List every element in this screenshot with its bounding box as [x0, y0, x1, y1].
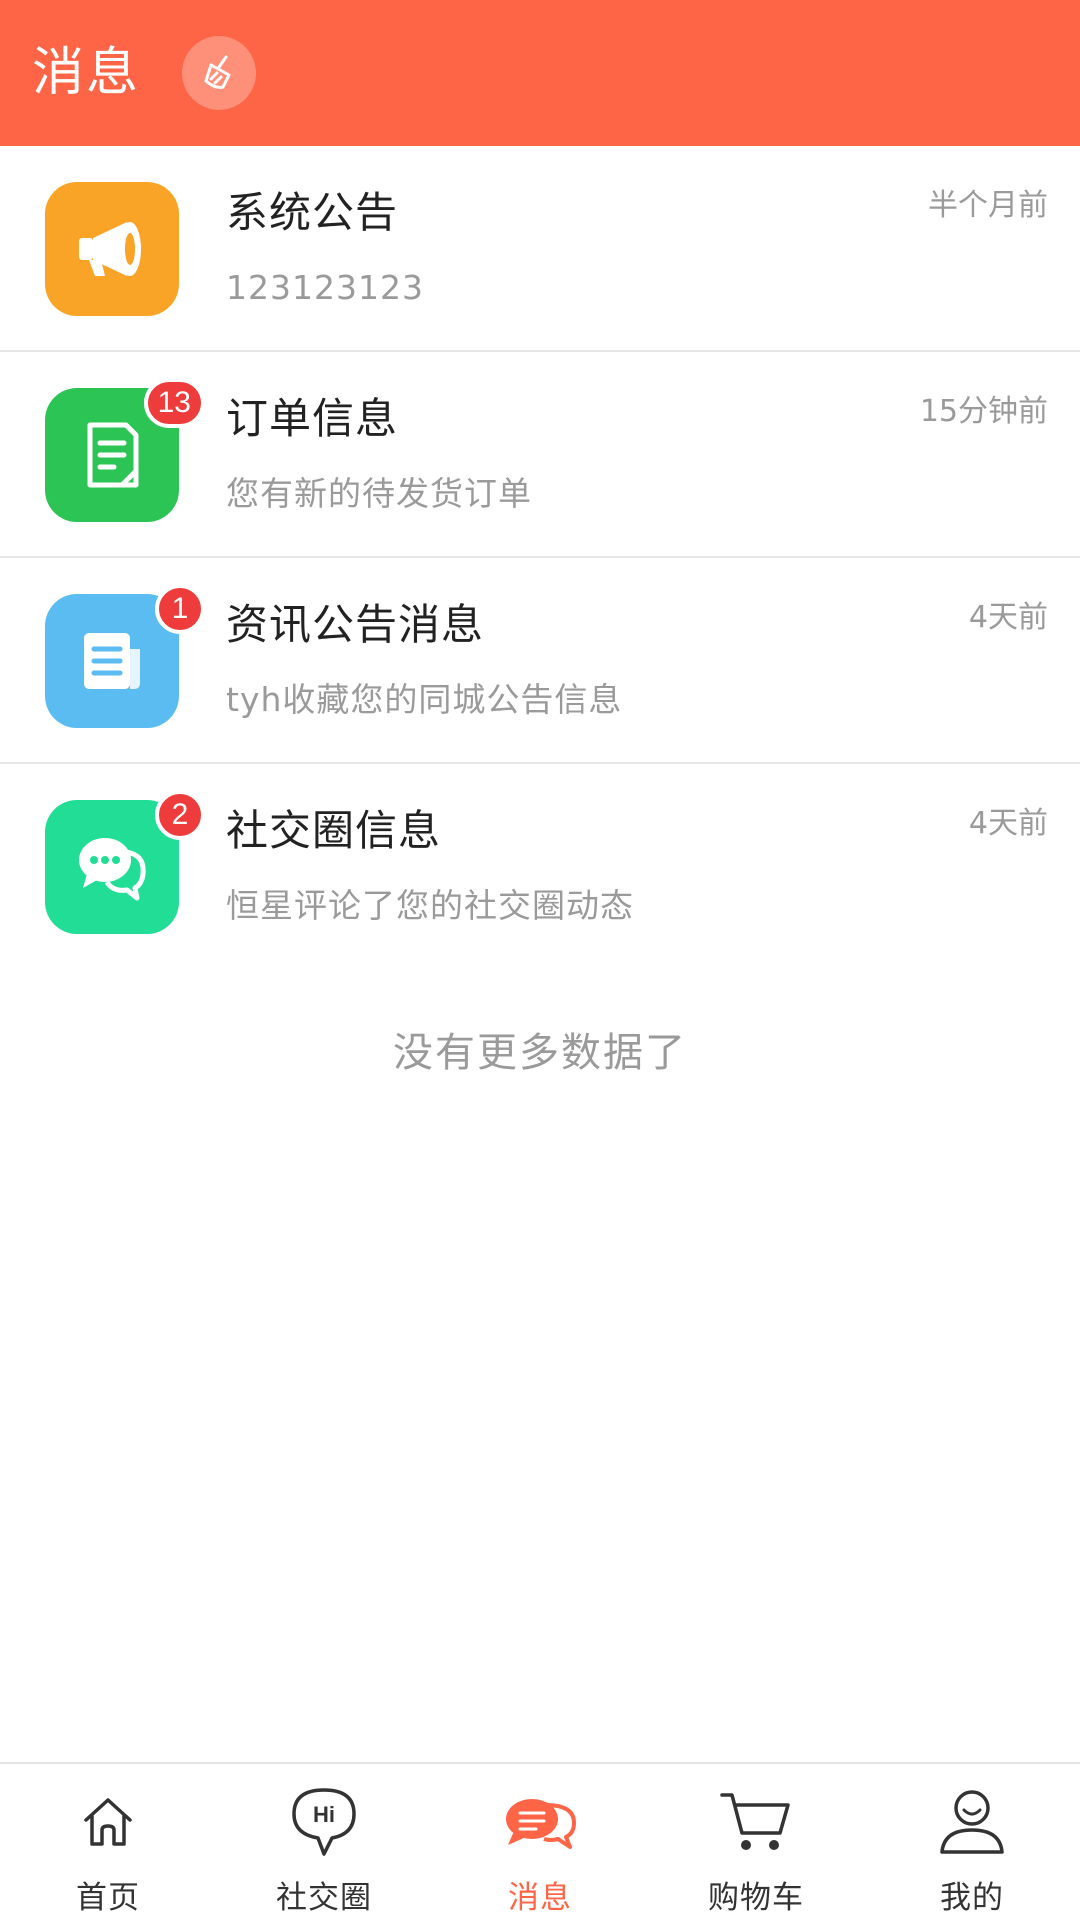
broom-icon: [204, 55, 231, 89]
message-item-news-notice[interactable]: 1 资讯公告消息 tyh收藏您的同城公告信息 4天前: [0, 558, 1080, 764]
no-more-data-text: 没有更多数据了: [393, 1030, 687, 1076]
cart-icon: [720, 1793, 790, 1850]
app-header: 消息: [0, 0, 1080, 146]
tab-mine[interactable]: 我的: [864, 1764, 1080, 1920]
message-title: 订单信息: [226, 394, 399, 443]
message-subtitle: 123123123: [226, 268, 424, 307]
tab-home[interactable]: 首页: [0, 1764, 216, 1920]
social-circle-icon-tile: 2: [45, 790, 205, 934]
message-subtitle: 您有新的待发货订单: [226, 474, 532, 513]
message-bubbles-icon: [506, 1799, 576, 1849]
unread-badge: 2: [155, 790, 205, 840]
message-list: 系统公告 123123123 半个月前 13 订单信息 您有新的待发货订单 15…: [0, 146, 1080, 970]
news-icon: [84, 633, 140, 689]
message-item-system-notice[interactable]: 系统公告 123123123 半个月前: [0, 146, 1080, 352]
tab-social-circle[interactable]: Hi 社交圈: [216, 1764, 432, 1920]
megaphone-icon: [79, 222, 141, 276]
user-icon: [940, 1790, 1004, 1854]
message-item-social-circle[interactable]: 2 社交圈信息 恒星评论了您的社交圈动态 4天前: [0, 764, 1080, 970]
svg-text:Hi: Hi: [313, 1802, 335, 1827]
clear-messages-button[interactable]: [182, 36, 257, 110]
message-subtitle: 恒星评论了您的社交圈动态: [226, 886, 634, 925]
tab-label: 消息: [508, 1880, 572, 1916]
home-icon: [84, 1798, 132, 1846]
page-title: 消息: [32, 43, 141, 103]
hi-bubble-icon: Hi: [292, 1788, 356, 1856]
system-notice-icon-tile: [45, 182, 179, 316]
tab-label: 社交圈: [276, 1880, 372, 1916]
message-time: 15分钟前: [919, 394, 1048, 429]
message-time: 半个月前: [928, 188, 1048, 223]
message-time: 4天前: [968, 806, 1048, 841]
unread-badge: 1: [155, 584, 205, 634]
chat-bubbles-icon: [79, 838, 146, 901]
tab-label: 首页: [76, 1880, 140, 1916]
order-info-icon-tile: 13: [45, 378, 205, 522]
message-time: 4天前: [968, 600, 1048, 635]
tab-label: 我的: [940, 1880, 1004, 1916]
order-document-icon: [87, 422, 139, 488]
tab-label: 购物车: [708, 1880, 804, 1916]
message-title: 系统公告: [226, 188, 399, 237]
messages-page: 消息 系统公告 123123123 半个月前 13 订单信息 您有新的待发货订单…: [0, 0, 1080, 1920]
unread-badge: 13: [143, 378, 205, 428]
news-notice-icon-tile: 1: [45, 584, 205, 728]
tab-cart[interactable]: 购物车: [648, 1764, 864, 1920]
bottom-tab-bar: 首页 Hi 社交圈 消息 购物车 我的: [0, 1762, 1080, 1920]
message-item-order-info[interactable]: 13 订单信息 您有新的待发货订单 15分钟前: [0, 352, 1080, 558]
message-title: 社交圈信息: [226, 806, 442, 855]
message-title: 资讯公告消息: [226, 600, 485, 649]
message-subtitle: tyh收藏您的同城公告信息: [226, 680, 623, 719]
tab-messages[interactable]: 消息: [432, 1764, 648, 1920]
